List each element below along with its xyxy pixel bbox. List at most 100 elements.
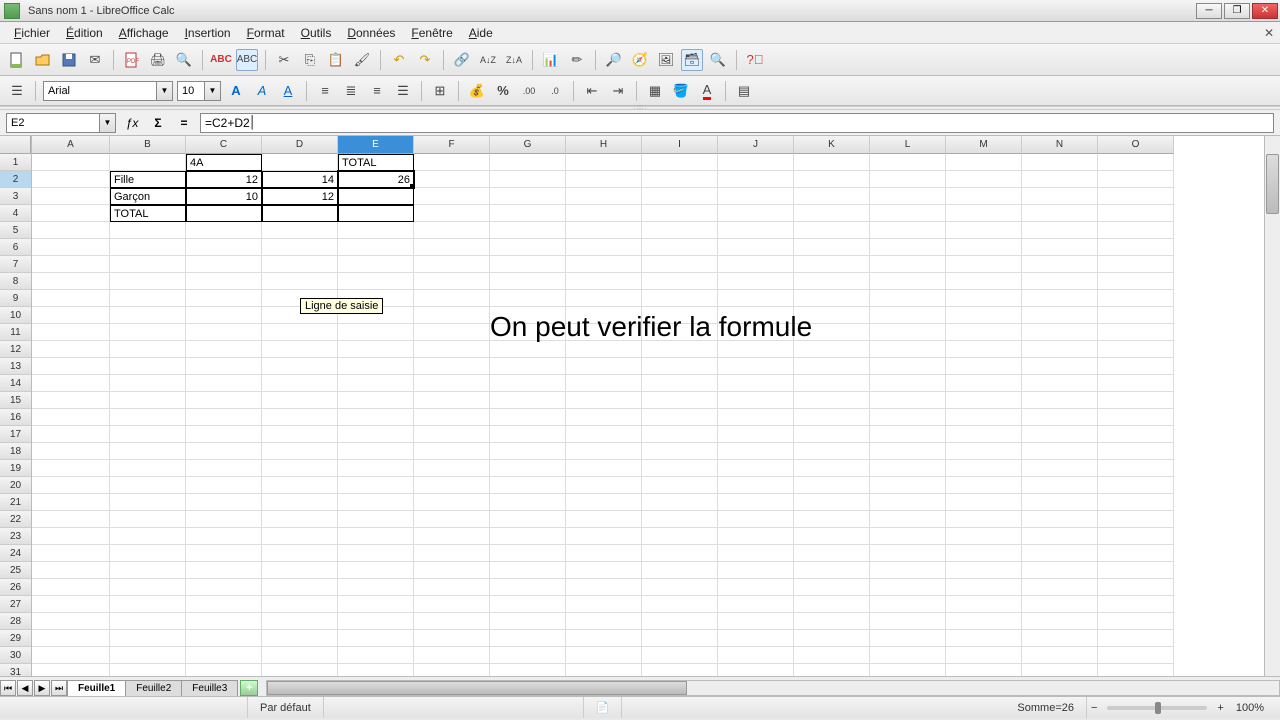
cell-J5[interactable]	[718, 222, 794, 239]
column-header-I[interactable]: I	[642, 136, 718, 154]
indent-increase-button[interactable]: ⇥	[607, 80, 629, 102]
cell-H29[interactable]	[566, 630, 642, 647]
cell-O18[interactable]	[1098, 443, 1174, 460]
cell-M16[interactable]	[946, 409, 1022, 426]
cell-L9[interactable]	[870, 290, 946, 307]
autospell-button[interactable]: ABC	[236, 49, 258, 71]
cell-M23[interactable]	[946, 528, 1022, 545]
cell-H25[interactable]	[566, 562, 642, 579]
cell-I25[interactable]	[642, 562, 718, 579]
cell-A25[interactable]	[32, 562, 110, 579]
cell-I2[interactable]	[642, 171, 718, 188]
zoom-value[interactable]: 100%	[1228, 702, 1272, 714]
cell-N25[interactable]	[1022, 562, 1098, 579]
cell-E7[interactable]	[338, 256, 414, 273]
cell-D1[interactable]	[262, 154, 338, 171]
italic-button[interactable]: A	[251, 80, 273, 102]
cell-O27[interactable]	[1098, 596, 1174, 613]
cell-H21[interactable]	[566, 494, 642, 511]
cell-B27[interactable]	[110, 596, 186, 613]
print-button[interactable]: 🖨	[147, 49, 169, 71]
cell-A17[interactable]	[32, 426, 110, 443]
email-button[interactable]: ✉	[84, 49, 106, 71]
row-header-1[interactable]: 1	[0, 154, 31, 171]
row-header-2[interactable]: 2	[0, 171, 31, 188]
align-right-button[interactable]: ≡	[366, 80, 388, 102]
cell-I12[interactable]	[642, 341, 718, 358]
cell-C13[interactable]	[186, 358, 262, 375]
column-header-H[interactable]: H	[566, 136, 642, 154]
column-header-M[interactable]: M	[946, 136, 1022, 154]
row-header-14[interactable]: 14	[0, 375, 31, 392]
cell-K20[interactable]	[794, 477, 870, 494]
cell-M31[interactable]	[946, 664, 1022, 676]
cell-O7[interactable]	[1098, 256, 1174, 273]
cell-M5[interactable]	[946, 222, 1022, 239]
find-button[interactable]: 🔎	[603, 49, 625, 71]
datasources-button[interactable]: 🗃	[681, 49, 703, 71]
cell-L10[interactable]	[870, 307, 946, 324]
cell-E16[interactable]	[338, 409, 414, 426]
cell-E31[interactable]	[338, 664, 414, 676]
cell-L29[interactable]	[870, 630, 946, 647]
cell-N17[interactable]	[1022, 426, 1098, 443]
cell-L24[interactable]	[870, 545, 946, 562]
cell-E29[interactable]	[338, 630, 414, 647]
cell-M20[interactable]	[946, 477, 1022, 494]
cell-L14[interactable]	[870, 375, 946, 392]
decimal-add-button[interactable]: .00	[518, 80, 540, 102]
cell-H16[interactable]	[566, 409, 642, 426]
cell-F20[interactable]	[414, 477, 490, 494]
cell-I24[interactable]	[642, 545, 718, 562]
cell-A3[interactable]	[32, 188, 110, 205]
cell-I31[interactable]	[642, 664, 718, 676]
cell-I22[interactable]	[642, 511, 718, 528]
cell-G13[interactable]	[490, 358, 566, 375]
cell-M21[interactable]	[946, 494, 1022, 511]
menu-edit[interactable]: Édition	[58, 24, 111, 42]
cell-G6[interactable]	[490, 239, 566, 256]
print-preview-button[interactable]: 🔍	[173, 49, 195, 71]
cell-N18[interactable]	[1022, 443, 1098, 460]
cell-H22[interactable]	[566, 511, 642, 528]
cell-G30[interactable]	[490, 647, 566, 664]
cell-L27[interactable]	[870, 596, 946, 613]
cell-L2[interactable]	[870, 171, 946, 188]
dropdown-icon[interactable]: ▼	[204, 82, 220, 100]
cell-F22[interactable]	[414, 511, 490, 528]
cell-K9[interactable]	[794, 290, 870, 307]
cell-A15[interactable]	[32, 392, 110, 409]
cell-J3[interactable]	[718, 188, 794, 205]
cell-L15[interactable]	[870, 392, 946, 409]
cell-L22[interactable]	[870, 511, 946, 528]
cell-N1[interactable]	[1022, 154, 1098, 171]
cell-C22[interactable]	[186, 511, 262, 528]
cell-O15[interactable]	[1098, 392, 1174, 409]
cell-F17[interactable]	[414, 426, 490, 443]
cell-D31[interactable]	[262, 664, 338, 676]
cell-M26[interactable]	[946, 579, 1022, 596]
cell-B8[interactable]	[110, 273, 186, 290]
cell-K31[interactable]	[794, 664, 870, 676]
cell-I16[interactable]	[642, 409, 718, 426]
row-header-16[interactable]: 16	[0, 409, 31, 426]
cell-A6[interactable]	[32, 239, 110, 256]
cell-O1[interactable]	[1098, 154, 1174, 171]
undo-button[interactable]: ↶	[388, 49, 410, 71]
cell-J13[interactable]	[718, 358, 794, 375]
cell-J24[interactable]	[718, 545, 794, 562]
row-header-3[interactable]: 3	[0, 188, 31, 205]
cell-L5[interactable]	[870, 222, 946, 239]
cell-I27[interactable]	[642, 596, 718, 613]
cell-B22[interactable]	[110, 511, 186, 528]
cell-L16[interactable]	[870, 409, 946, 426]
show-draw-button[interactable]: ✏	[566, 49, 588, 71]
cell-G29[interactable]	[490, 630, 566, 647]
cell-J7[interactable]	[718, 256, 794, 273]
cell-B10[interactable]	[110, 307, 186, 324]
cell-H28[interactable]	[566, 613, 642, 630]
cell-O31[interactable]	[1098, 664, 1174, 676]
cell-D4[interactable]	[262, 205, 338, 222]
cell-A10[interactable]	[32, 307, 110, 324]
cell-C10[interactable]	[186, 307, 262, 324]
